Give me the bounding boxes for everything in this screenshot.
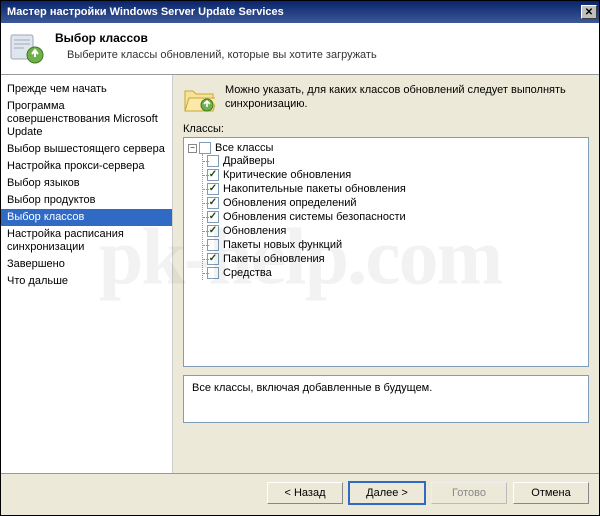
class-item-0: Драйверы bbox=[207, 154, 584, 168]
sidebar-item-3[interactable]: Настройка прокси-сервера bbox=[1, 158, 172, 175]
class-item-2: Накопительные пакеты обновления bbox=[207, 182, 584, 196]
folder-icon bbox=[183, 83, 215, 115]
description-box: Все классы, включая добавленные в будуще… bbox=[183, 375, 589, 423]
sidebar-item-2[interactable]: Выбор вышестоящего сервера bbox=[1, 141, 172, 158]
class-label: Обновления определений bbox=[223, 197, 357, 209]
classes-tree[interactable]: − Все классы Драйверы Критические обновле… bbox=[183, 137, 589, 367]
wizard-header: Выбор классов Выберите классы обновлений… bbox=[1, 23, 599, 75]
class-item-3: Обновления определений bbox=[207, 196, 584, 210]
sidebar-item-8[interactable]: Завершено bbox=[1, 256, 172, 273]
checkbox-class-5[interactable] bbox=[207, 225, 219, 237]
tree-expander[interactable]: − bbox=[188, 144, 197, 153]
class-label: Обновления системы безопасности bbox=[223, 211, 406, 223]
page-title: Выбор классов bbox=[55, 31, 377, 45]
class-item-5: Обновления bbox=[207, 224, 584, 238]
checkbox-all-classes[interactable] bbox=[199, 142, 211, 154]
sidebar-item-6[interactable]: Выбор классов bbox=[1, 209, 172, 226]
class-item-4: Обновления системы безопасности bbox=[207, 210, 584, 224]
sidebar-item-7[interactable]: Настройка расписания синхронизации bbox=[1, 226, 172, 256]
cancel-button[interactable]: Отмена bbox=[513, 482, 589, 504]
class-item-7: Пакеты обновления bbox=[207, 252, 584, 266]
wizard-body: Прежде чем начатьПрограмма совершенствов… bbox=[1, 75, 599, 473]
sidebar-item-0[interactable]: Прежде чем начать bbox=[1, 81, 172, 98]
checkbox-class-3[interactable] bbox=[207, 197, 219, 209]
class-label: Накопительные пакеты обновления bbox=[223, 183, 406, 195]
sidebar-item-1[interactable]: Программа совершенствования Microsoft Up… bbox=[1, 98, 172, 141]
instruction-text: Можно указать, для каких классов обновле… bbox=[225, 83, 589, 115]
sidebar-item-4[interactable]: Выбор языков bbox=[1, 175, 172, 192]
checkbox-class-7[interactable] bbox=[207, 253, 219, 265]
root-label: Все классы bbox=[215, 142, 273, 154]
class-label: Пакеты обновления bbox=[223, 253, 325, 265]
wizard-window: Мастер настройки Windows Server Update S… bbox=[0, 0, 600, 516]
header-icon bbox=[9, 29, 45, 65]
main-panel: Можно указать, для каких классов обновле… bbox=[173, 75, 599, 473]
checkbox-class-4[interactable] bbox=[207, 211, 219, 223]
wizard-footer: < Назад Далее > Готово Отмена bbox=[1, 473, 599, 511]
class-label: Критические обновления bbox=[223, 169, 351, 181]
sidebar-item-5[interactable]: Выбор продуктов bbox=[1, 192, 172, 209]
window-title: Мастер настройки Windows Server Update S… bbox=[7, 6, 284, 18]
sidebar: Прежде чем начатьПрограмма совершенствов… bbox=[1, 75, 173, 473]
back-button[interactable]: < Назад bbox=[267, 482, 343, 504]
class-item-6: Пакеты новых функций bbox=[207, 238, 584, 252]
finish-button: Готово bbox=[431, 482, 507, 504]
class-label: Пакеты новых функций bbox=[223, 239, 342, 251]
class-label: Средства bbox=[223, 267, 272, 279]
titlebar: Мастер настройки Windows Server Update S… bbox=[1, 1, 599, 23]
close-button[interactable]: ✕ bbox=[581, 5, 597, 19]
sidebar-item-9[interactable]: Что дальше bbox=[1, 273, 172, 290]
classes-label: Классы: bbox=[183, 123, 589, 135]
checkbox-class-6[interactable] bbox=[207, 239, 219, 251]
checkbox-class-2[interactable] bbox=[207, 183, 219, 195]
class-label: Обновления bbox=[223, 225, 286, 237]
checkbox-class-0[interactable] bbox=[207, 155, 219, 167]
next-button[interactable]: Далее > bbox=[349, 482, 425, 504]
checkbox-class-8[interactable] bbox=[207, 267, 219, 279]
description-text: Все классы, включая добавленные в будуще… bbox=[192, 382, 432, 394]
class-item-8: Средства bbox=[207, 266, 584, 280]
class-label: Драйверы bbox=[223, 155, 275, 167]
checkbox-class-1[interactable] bbox=[207, 169, 219, 181]
class-item-1: Критические обновления bbox=[207, 168, 584, 182]
page-subtitle: Выберите классы обновлений, которые вы х… bbox=[67, 49, 377, 61]
